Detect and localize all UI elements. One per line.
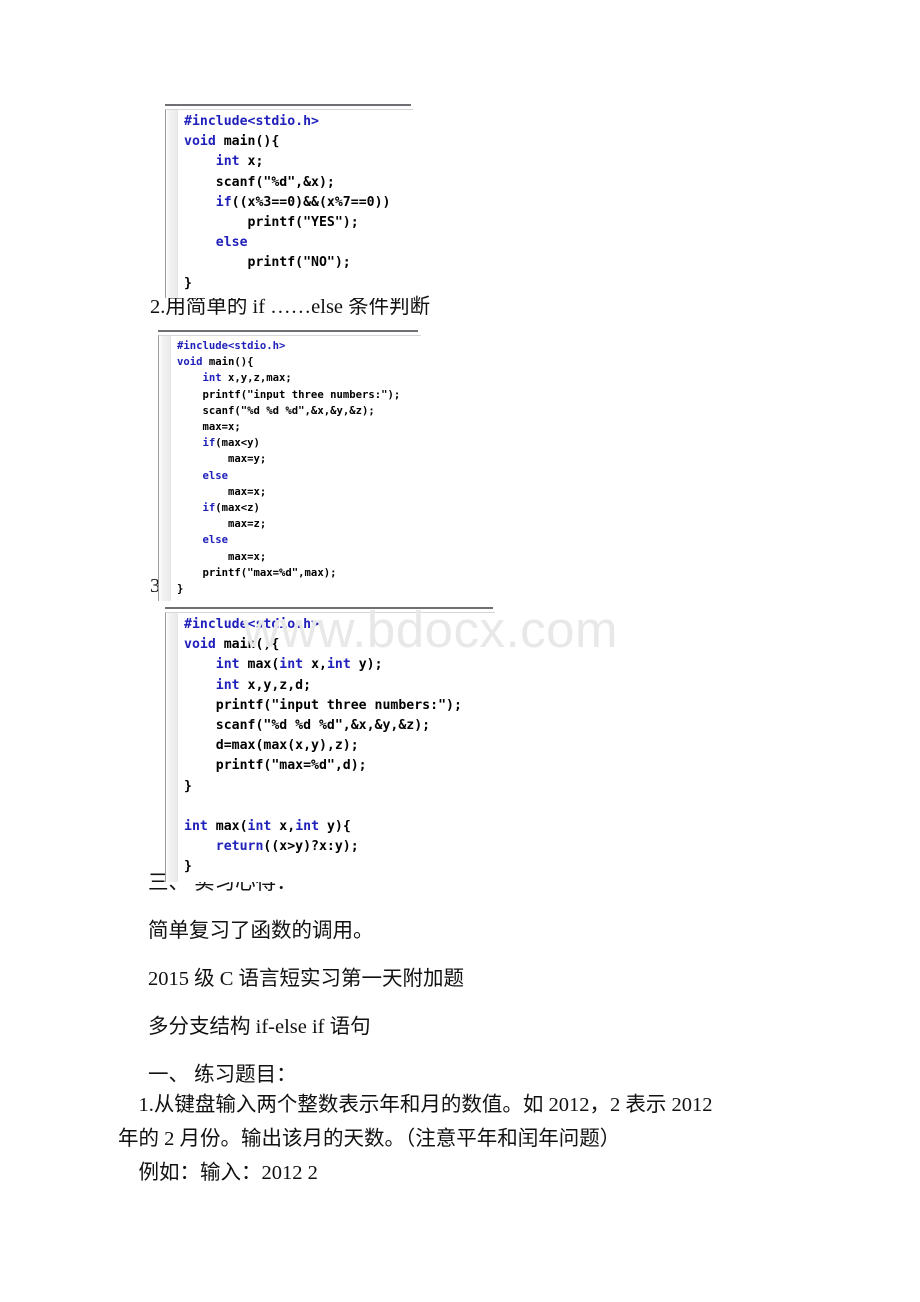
exercise-item-1: 1.从键盘输入两个整数表示年和月的数值。如 2012，2 表示 2012 年的 …: [118, 1094, 713, 1150]
code-frame: #include<stdio.h> void main(){ int x,y,z…: [158, 335, 421, 602]
subtitle-structure: 多分支结构 if-else if 语句: [148, 1016, 371, 1038]
code-text-2: #include<stdio.h> void main(){ int x,y,z…: [177, 340, 401, 596]
code-top-rule: [165, 607, 493, 609]
example-input-line: 例如：输入：2012 2: [118, 1162, 318, 1184]
code-top-rule: [165, 104, 411, 106]
code-screenshot-3: #include<stdio.h> void main(){ int max(i…: [165, 607, 495, 882]
code-screenshot-2: #include<stdio.h> void main(){ int x,y,z…: [158, 330, 421, 602]
code-frame: #include<stdio.h> void main(){ int x; sc…: [165, 109, 413, 298]
code-text-3: #include<stdio.h> void main(){ int max(i…: [184, 617, 462, 875]
code-gutter: [166, 613, 178, 882]
code-frame: #include<stdio.h> void main(){ int max(i…: [165, 612, 495, 882]
code-top-rule: [158, 330, 418, 332]
code-gutter: [159, 336, 171, 602]
reflection-text: 简单复习了函数的调用。: [148, 920, 374, 942]
code-screenshot-1: #include<stdio.h> void main(){ int x; sc…: [165, 104, 413, 298]
document-page: www.bdocx.com #include<stdio.h> void mai…: [0, 0, 920, 1302]
code-text-1: #include<stdio.h> void main(){ int x; sc…: [184, 114, 391, 291]
title-addendum: 2015 级 C 语言短实习第一天附加题: [148, 968, 465, 990]
heading-section-one: 一、 练习题目：: [148, 1064, 297, 1086]
code-gutter: [166, 110, 178, 298]
